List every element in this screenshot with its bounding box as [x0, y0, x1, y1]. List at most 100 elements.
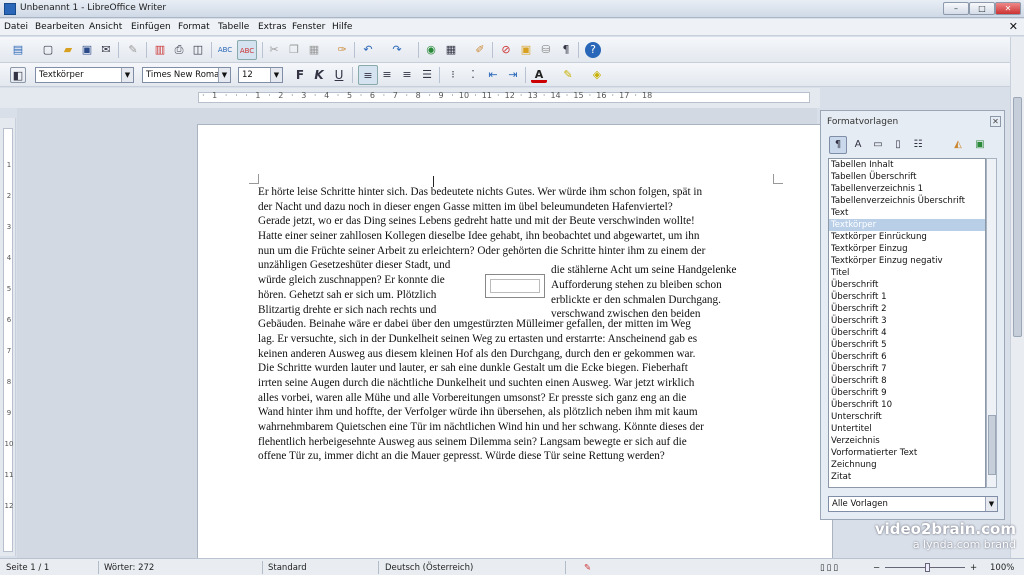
style-list-item[interactable]: Zeichnung: [829, 459, 985, 471]
menu-bearbeiten[interactable]: Bearbeiten: [35, 22, 84, 32]
align-left-icon[interactable]: ≡: [358, 65, 378, 85]
zoom-out-icon[interactable]: −: [873, 563, 880, 573]
style-list-item[interactable]: Überschrift 2: [829, 303, 985, 315]
status-language[interactable]: Deutsch (Österreich): [385, 563, 473, 573]
styles-list-scrollbar[interactable]: [986, 158, 997, 488]
align-right-icon[interactable]: ≡: [399, 67, 415, 83]
menu-tabelle[interactable]: Tabelle: [218, 22, 249, 32]
minimize-button[interactable]: –: [943, 2, 969, 15]
paste-icon[interactable]: ▦: [306, 42, 322, 58]
styles-list-scroll-thumb[interactable]: [988, 415, 996, 475]
zoom-in-icon[interactable]: +: [970, 563, 977, 573]
style-list-item[interactable]: Textkörper Einzug: [829, 243, 985, 255]
style-list-item[interactable]: Tabellenverzeichnis 1: [829, 183, 985, 195]
list-styles-icon[interactable]: ☷: [909, 136, 927, 154]
increase-indent-icon[interactable]: ⇥: [505, 67, 521, 83]
view-layout-icon[interactable]: ▯▯▯: [820, 563, 840, 573]
style-list-item[interactable]: Text: [829, 207, 985, 219]
data-sources-icon[interactable]: ⛁: [538, 42, 554, 58]
background-color-icon[interactable]: ◈: [589, 67, 605, 83]
style-list-item[interactable]: Unterschrift: [829, 411, 985, 423]
chevron-down-icon[interactable]: ▼: [985, 497, 997, 511]
style-list-item[interactable]: Tabellen Inhalt: [829, 159, 985, 171]
style-list-item[interactable]: Überschrift 3: [829, 315, 985, 327]
menu-einfuegen[interactable]: Einfügen: [131, 22, 171, 32]
help-icon[interactable]: ?: [585, 42, 601, 58]
close-document-icon[interactable]: ✕: [1009, 20, 1018, 33]
document-scrollbar[interactable]: [1010, 37, 1024, 558]
paragraph-style-select[interactable]: Textkörper ▼: [35, 67, 134, 83]
body-text[interactable]: Er hörte leise Schritte hinter sich. Das…: [258, 185, 773, 464]
menu-datei[interactable]: Datei: [4, 22, 28, 32]
email-icon[interactable]: ✉: [98, 42, 114, 58]
draw-functions-icon[interactable]: ✐: [472, 42, 488, 58]
align-center-icon[interactable]: ≡: [379, 67, 395, 83]
style-list-item[interactable]: Untertitel: [829, 423, 985, 435]
character-styles-icon[interactable]: A: [849, 136, 867, 154]
font-size-select[interactable]: 12 ▼: [238, 67, 283, 83]
styles-panel-close-icon[interactable]: ✕: [990, 116, 1001, 127]
style-list-item[interactable]: Textkörper: [829, 219, 985, 231]
styles-and-formatting-icon[interactable]: ◧: [10, 67, 26, 83]
paragraph-styles-icon[interactable]: ¶: [829, 136, 847, 154]
table-icon[interactable]: ▦: [443, 42, 459, 58]
style-list-item[interactable]: Überschrift 8: [829, 375, 985, 387]
undo-icon[interactable]: ↶: [360, 42, 376, 58]
chevron-down-icon[interactable]: ▼: [270, 68, 282, 82]
menu-hilfe[interactable]: Hilfe: [332, 22, 352, 32]
decrease-indent-icon[interactable]: ⇤: [485, 67, 501, 83]
justify-icon[interactable]: ☰: [419, 67, 435, 83]
status-page[interactable]: Seite 1 / 1: [6, 563, 49, 573]
styles-filter-select[interactable]: Alle Vorlagen ▼: [828, 496, 998, 512]
zoom-slider-handle[interactable]: [925, 563, 930, 572]
redo-icon[interactable]: ↷: [389, 42, 405, 58]
gallery-icon[interactable]: ▣: [518, 42, 534, 58]
style-list-item[interactable]: Überschrift 7: [829, 363, 985, 375]
frame-styles-icon[interactable]: ▭: [869, 136, 887, 154]
export-pdf-icon[interactable]: ▥: [152, 42, 168, 58]
bold-button[interactable]: F: [292, 67, 308, 83]
style-list-item[interactable]: Titel: [829, 267, 985, 279]
autospellcheck-icon[interactable]: ABC: [237, 40, 257, 60]
formatting-marks-icon[interactable]: ¶: [558, 42, 574, 58]
open-folder-icon[interactable]: ▰: [60, 42, 76, 58]
style-list-item[interactable]: Überschrift 9: [829, 387, 985, 399]
status-zoom[interactable]: 100%: [990, 563, 1014, 573]
template-icon[interactable]: ▢: [40, 42, 56, 58]
cut-icon[interactable]: ✂: [266, 42, 282, 58]
style-list-item[interactable]: Tabellen Überschrift: [829, 171, 985, 183]
hyperlink-icon[interactable]: ◉: [423, 42, 439, 58]
style-list-item[interactable]: Überschrift 10: [829, 399, 985, 411]
status-page-style[interactable]: Standard: [268, 563, 307, 573]
menu-format[interactable]: Format: [178, 22, 210, 32]
fill-format-icon[interactable]: ◭: [949, 136, 967, 154]
style-list-item[interactable]: Textkörper Einrückung: [829, 231, 985, 243]
copy-icon[interactable]: ❐: [286, 42, 302, 58]
style-list-item[interactable]: Überschrift 1: [829, 291, 985, 303]
edit-mode-icon[interactable]: ✎: [125, 42, 141, 58]
print-preview-icon[interactable]: ◫: [190, 42, 206, 58]
chevron-down-icon[interactable]: ▼: [121, 68, 133, 82]
menu-fenster[interactable]: Fenster: [292, 22, 325, 32]
highlighting-icon[interactable]: ✎: [560, 67, 576, 83]
menu-extras[interactable]: Extras: [258, 22, 286, 32]
save-icon[interactable]: ▣: [79, 42, 95, 58]
style-list-item[interactable]: Überschrift: [829, 279, 985, 291]
clone-format-icon[interactable]: ✑: [334, 42, 350, 58]
underline-button[interactable]: U: [331, 67, 347, 83]
navigator-icon[interactable]: ⊘: [498, 42, 514, 58]
italic-button[interactable]: K: [311, 67, 327, 83]
close-button[interactable]: ✕: [995, 2, 1021, 15]
style-list-item[interactable]: Überschrift 4: [829, 327, 985, 339]
styles-list[interactable]: Tabellen Inhalt Tabellen Überschrift Tabel…: [828, 158, 986, 488]
document-scroll-thumb[interactable]: [1013, 97, 1022, 337]
menu-ansicht[interactable]: Ansicht: [89, 22, 122, 32]
numbering-icon[interactable]: ⁝: [445, 67, 461, 83]
font-name-select[interactable]: Times New Roman ▼: [142, 67, 231, 83]
print-icon[interactable]: ⎙: [171, 42, 187, 58]
new-style-icon[interactable]: ▣: [971, 136, 989, 154]
font-color-icon[interactable]: A: [531, 67, 547, 83]
page-styles-icon[interactable]: ▯: [889, 136, 907, 154]
style-list-item[interactable]: Zitat: [829, 471, 985, 483]
style-list-item[interactable]: Vorformatierter Text: [829, 447, 985, 459]
